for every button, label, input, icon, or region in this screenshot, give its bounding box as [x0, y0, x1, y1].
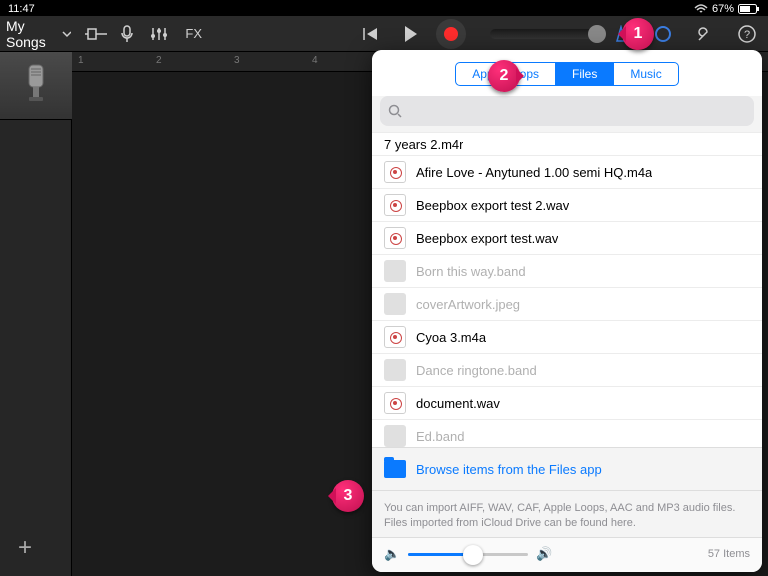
callout-3: 3: [332, 480, 364, 512]
list-item[interactable]: 7 years 2.m4r: [372, 132, 762, 156]
folder-icon: [384, 460, 406, 478]
list-item[interactable]: document.wav: [372, 387, 762, 420]
volume-high-icon: 🔊: [536, 546, 552, 562]
file-name: 7 years 2.m4r: [384, 137, 463, 152]
svg-text:?: ?: [744, 29, 750, 41]
loop-browser-panel: Apple Loops Files Music 7 years 2.m4r Af…: [372, 50, 762, 572]
sliders-icon: [150, 26, 168, 42]
track-view-button[interactable]: [83, 19, 109, 49]
wifi-icon: [694, 4, 708, 14]
hint-text: You can import AIFF, WAV, CAF, Apple Loo…: [372, 491, 762, 537]
status-bar: 11:47 67%: [0, 0, 768, 18]
status-time: 11:47: [8, 3, 35, 15]
rewind-icon: [362, 26, 380, 42]
slider-knob[interactable]: [463, 545, 483, 565]
list-item[interactable]: Beepbox export test.wav: [372, 222, 762, 255]
chevron-down-icon: [62, 29, 70, 39]
list-item[interactable]: Afire Love - Anytuned 1.00 semi HQ.m4a: [372, 156, 762, 189]
ruler-mark: 4: [312, 55, 318, 66]
volume-low-icon: 🔈: [384, 546, 400, 562]
status-right: 67%: [694, 3, 760, 15]
list-item[interactable]: Dance ringtone.band: [372, 354, 762, 387]
browse-label: Browse items from the Files app: [416, 462, 602, 477]
list-item[interactable]: Beepbox export test 2.wav: [372, 189, 762, 222]
audio-file-icon: [384, 392, 406, 414]
file-name: Ed.band: [416, 429, 464, 444]
browse-files-app-button[interactable]: Browse items from the Files app: [372, 447, 762, 491]
add-track-button[interactable]: +: [18, 534, 32, 562]
list-item[interactable]: Born this way.band: [372, 255, 762, 288]
panel-footer: 🔈 🔊 57 Items: [372, 537, 762, 572]
list-item[interactable]: Ed.band: [372, 420, 762, 447]
help-icon: ?: [738, 25, 756, 43]
mic-button[interactable]: [114, 19, 140, 49]
help-button[interactable]: ?: [732, 19, 762, 49]
battery-icon: [738, 4, 760, 14]
list-item[interactable]: Cyoa 3.m4a: [372, 321, 762, 354]
condenser-mic-icon: [23, 63, 49, 109]
ruler-mark: 1: [78, 55, 84, 66]
wrench-icon: [696, 25, 714, 43]
segment-files[interactable]: Files: [555, 63, 613, 85]
callout-1: 1: [622, 18, 654, 50]
audio-file-icon: [384, 194, 406, 216]
file-name: Afire Love - Anytuned 1.00 semi HQ.m4a: [416, 165, 652, 180]
audio-file-icon: [384, 326, 406, 348]
search-input[interactable]: [380, 96, 754, 126]
list-item[interactable]: coverArtwork.jpeg: [372, 288, 762, 321]
audio-file-icon: [384, 161, 406, 183]
preview-volume-slider[interactable]: [408, 553, 528, 556]
disabled-file-icon: [384, 293, 406, 315]
disabled-file-icon: [384, 425, 406, 447]
search-icon: [388, 104, 402, 118]
play-button[interactable]: [396, 19, 426, 49]
battery-percent: 67%: [712, 3, 734, 15]
rewind-button[interactable]: [356, 19, 386, 49]
playhead-scrubber[interactable]: [490, 29, 600, 39]
back-label: My Songs: [6, 18, 58, 50]
ruler-mark: 3: [234, 55, 240, 66]
file-list[interactable]: 7 years 2.m4r Afire Love - Anytuned 1.00…: [372, 132, 762, 447]
audio-file-icon: [384, 227, 406, 249]
file-name: coverArtwork.jpeg: [416, 297, 520, 312]
fx-button[interactable]: FX: [177, 19, 210, 49]
disabled-file-icon: [384, 260, 406, 282]
record-button[interactable]: [436, 19, 466, 49]
file-name: document.wav: [416, 396, 500, 411]
track-view-icon: [85, 26, 107, 42]
disabled-file-icon: [384, 359, 406, 381]
controls-button[interactable]: [146, 19, 172, 49]
segment-music[interactable]: Music: [613, 63, 677, 85]
plus-icon: +: [18, 534, 32, 561]
play-icon: [403, 25, 419, 43]
scrubber-knob[interactable]: [588, 25, 606, 43]
file-name: Beepbox export test.wav: [416, 231, 558, 246]
loop-icon: [653, 24, 673, 44]
transport-group: [356, 19, 600, 49]
back-to-songs-button[interactable]: My Songs: [6, 18, 71, 50]
track-header-audio[interactable]: [0, 52, 72, 120]
item-count: 57 Items: [708, 548, 750, 560]
file-name: Born this way.band: [416, 264, 526, 279]
file-name: Cyoa 3.m4a: [416, 330, 486, 345]
track-column: +: [0, 52, 72, 576]
microphone-icon: [121, 25, 133, 43]
settings-button[interactable]: [690, 19, 720, 49]
file-name: Beepbox export test 2.wav: [416, 198, 569, 213]
segmented-control-row: Apple Loops Files Music: [372, 50, 762, 96]
file-name: Dance ringtone.band: [416, 363, 537, 378]
record-icon: [444, 27, 458, 41]
ruler-mark: 2: [156, 55, 162, 66]
callout-2: 2: [488, 60, 520, 92]
